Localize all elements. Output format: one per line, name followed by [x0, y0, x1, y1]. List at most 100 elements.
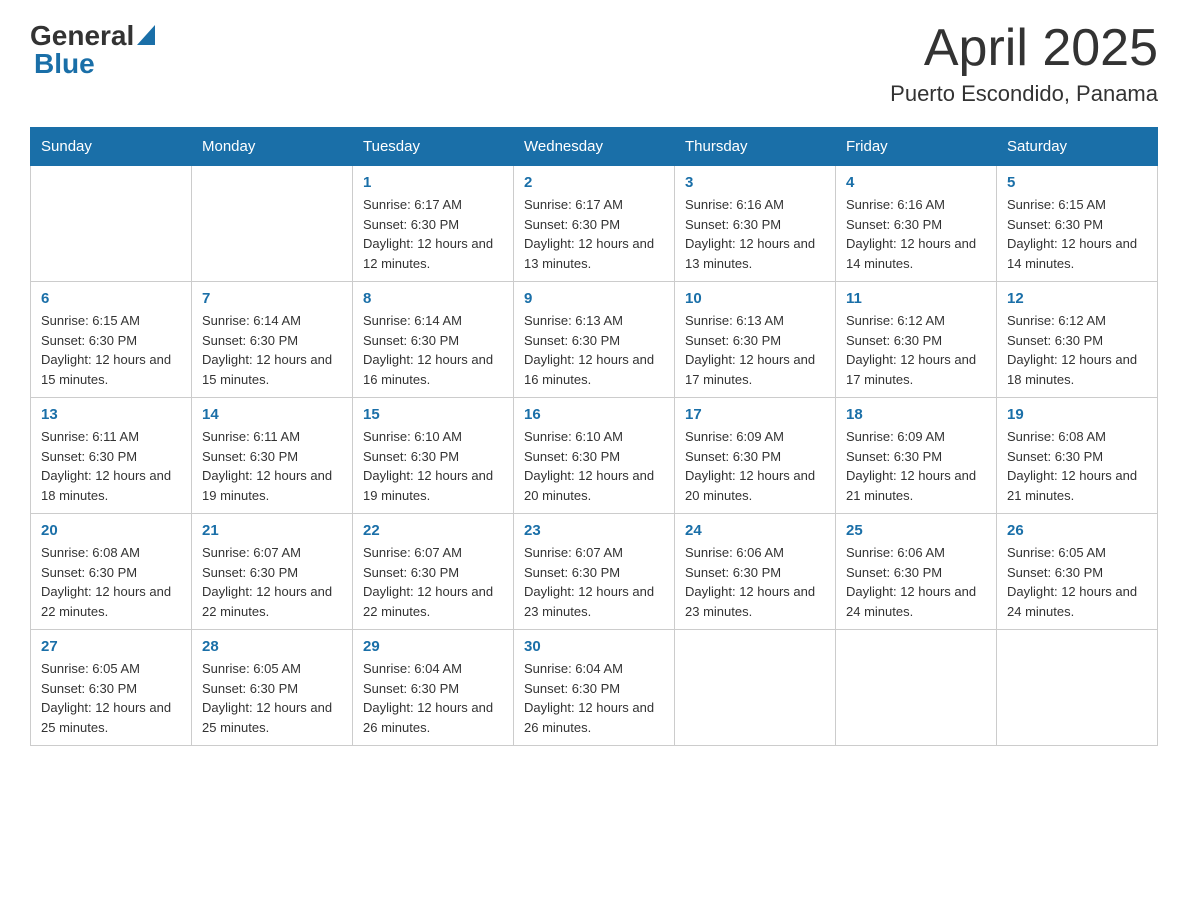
calendar-cell: 23 Sunrise: 6:07 AMSunset: 6:30 PMDayligh… — [514, 514, 675, 630]
day-info: Sunrise: 6:11 AMSunset: 6:30 PMDaylight:… — [202, 427, 342, 505]
calendar-cell: 12 Sunrise: 6:12 AMSunset: 6:30 PMDayligh… — [997, 282, 1158, 398]
day-number: 8 — [363, 290, 503, 307]
calendar-cell: 18 Sunrise: 6:09 AMSunset: 6:30 PMDayligh… — [836, 398, 997, 514]
calendar-cell: 4 Sunrise: 6:16 AMSunset: 6:30 PMDaylight… — [836, 166, 997, 282]
day-info: Sunrise: 6:09 AMSunset: 6:30 PMDaylight:… — [685, 427, 825, 505]
calendar-cell — [192, 166, 353, 282]
day-info: Sunrise: 6:04 AMSunset: 6:30 PMDaylight:… — [363, 659, 503, 737]
day-info: Sunrise: 6:13 AMSunset: 6:30 PMDaylight:… — [524, 311, 664, 389]
calendar-cell — [675, 630, 836, 746]
day-number: 18 — [846, 406, 986, 423]
day-info: Sunrise: 6:14 AMSunset: 6:30 PMDaylight:… — [202, 311, 342, 389]
day-number: 7 — [202, 290, 342, 307]
day-number: 29 — [363, 638, 503, 655]
day-info: Sunrise: 6:16 AMSunset: 6:30 PMDaylight:… — [846, 195, 986, 273]
day-info: Sunrise: 6:17 AMSunset: 6:30 PMDaylight:… — [363, 195, 503, 273]
day-number: 3 — [685, 174, 825, 191]
calendar-cell: 24 Sunrise: 6:06 AMSunset: 6:30 PMDayligh… — [675, 514, 836, 630]
day-header-friday: Friday — [836, 128, 997, 166]
calendar-cell: 30 Sunrise: 6:04 AMSunset: 6:30 PMDayligh… — [514, 630, 675, 746]
day-info: Sunrise: 6:15 AMSunset: 6:30 PMDaylight:… — [41, 311, 181, 389]
day-info: Sunrise: 6:05 AMSunset: 6:30 PMDaylight:… — [1007, 543, 1147, 621]
calendar-cell: 16 Sunrise: 6:10 AMSunset: 6:30 PMDayligh… — [514, 398, 675, 514]
day-header-thursday: Thursday — [675, 128, 836, 166]
day-info: Sunrise: 6:17 AMSunset: 6:30 PMDaylight:… — [524, 195, 664, 273]
day-number: 15 — [363, 406, 503, 423]
day-info: Sunrise: 6:13 AMSunset: 6:30 PMDaylight:… — [685, 311, 825, 389]
day-number: 4 — [846, 174, 986, 191]
logo-blue-text: Blue — [34, 48, 95, 80]
calendar-body: 1 Sunrise: 6:17 AMSunset: 6:30 PMDaylight… — [31, 166, 1158, 746]
day-info: Sunrise: 6:08 AMSunset: 6:30 PMDaylight:… — [1007, 427, 1147, 505]
calendar-cell: 3Sunrise: 6:16 AMSunset: 6:30 PMDaylight… — [675, 166, 836, 282]
day-number: 23 — [524, 522, 664, 539]
day-headers-row: SundayMondayTuesdayWednesdayThursdayFrid… — [31, 128, 1158, 166]
title-area: April 2025 Puerto Escondido, Panama — [890, 20, 1158, 107]
day-number: 2 — [524, 174, 664, 191]
day-header-wednesday: Wednesday — [514, 128, 675, 166]
day-info: Sunrise: 6:12 AMSunset: 6:30 PMDaylight:… — [1007, 311, 1147, 389]
calendar-cell: 25Sunrise: 6:06 AMSunset: 6:30 PMDayligh… — [836, 514, 997, 630]
page-header: General Blue April 2025 Puerto Escondido… — [30, 20, 1158, 107]
calendar-cell: 1 Sunrise: 6:17 AMSunset: 6:30 PMDaylight… — [353, 166, 514, 282]
calendar-cell — [997, 630, 1158, 746]
week-row-4: 20Sunrise: 6:08 AMSunset: 6:30 PMDayligh… — [31, 514, 1158, 630]
day-number: 10 — [685, 290, 825, 307]
day-number: 6 — [41, 290, 181, 307]
week-row-5: 27 Sunrise: 6:05 AMSunset: 6:30 PMDayligh… — [31, 630, 1158, 746]
week-row-3: 13 Sunrise: 6:11 AMSunset: 6:30 PMDayligh… — [31, 398, 1158, 514]
day-number: 14 — [202, 406, 342, 423]
calendar-cell: 27 Sunrise: 6:05 AMSunset: 6:30 PMDayligh… — [31, 630, 192, 746]
day-info: Sunrise: 6:09 AMSunset: 6:30 PMDaylight:… — [846, 427, 986, 505]
calendar-cell: 5 Sunrise: 6:15 AMSunset: 6:30 PMDaylight… — [997, 166, 1158, 282]
day-number: 17 — [685, 406, 825, 423]
day-info: Sunrise: 6:07 AMSunset: 6:30 PMDaylight:… — [524, 543, 664, 621]
calendar-cell: 6 Sunrise: 6:15 AMSunset: 6:30 PMDaylight… — [31, 282, 192, 398]
calendar-title: April 2025 — [890, 20, 1158, 77]
calendar-table: SundayMondayTuesdayWednesdayThursdayFrid… — [30, 127, 1158, 746]
day-number: 22 — [363, 522, 503, 539]
day-header-sunday: Sunday — [31, 128, 192, 166]
day-number: 12 — [1007, 290, 1147, 307]
day-number: 21 — [202, 522, 342, 539]
day-info: Sunrise: 6:12 AMSunset: 6:30 PMDaylight:… — [846, 311, 986, 389]
calendar-cell: 11 Sunrise: 6:12 AMSunset: 6:30 PMDayligh… — [836, 282, 997, 398]
day-info: Sunrise: 6:06 AMSunset: 6:30 PMDaylight:… — [685, 543, 825, 621]
day-number: 9 — [524, 290, 664, 307]
day-info: Sunrise: 6:04 AMSunset: 6:30 PMDaylight:… — [524, 659, 664, 737]
calendar-cell: 21 Sunrise: 6:07 AMSunset: 6:30 PMDayligh… — [192, 514, 353, 630]
calendar-cell: 2 Sunrise: 6:17 AMSunset: 6:30 PMDaylight… — [514, 166, 675, 282]
calendar-cell: 20Sunrise: 6:08 AMSunset: 6:30 PMDayligh… — [31, 514, 192, 630]
day-info: Sunrise: 6:07 AMSunset: 6:30 PMDaylight:… — [202, 543, 342, 621]
day-number: 11 — [846, 290, 986, 307]
calendar-cell — [836, 630, 997, 746]
calendar-cell: 22 Sunrise: 6:07 AMSunset: 6:30 PMDayligh… — [353, 514, 514, 630]
calendar-cell — [31, 166, 192, 282]
logo: General Blue — [30, 20, 155, 80]
day-header-tuesday: Tuesday — [353, 128, 514, 166]
calendar-cell: 15 Sunrise: 6:10 AMSunset: 6:30 PMDayligh… — [353, 398, 514, 514]
day-number: 26 — [1007, 522, 1147, 539]
day-info: Sunrise: 6:10 AMSunset: 6:30 PMDaylight:… — [524, 427, 664, 505]
day-info: Sunrise: 6:07 AMSunset: 6:30 PMDaylight:… — [363, 543, 503, 621]
day-number: 25 — [846, 522, 986, 539]
calendar-cell: 28Sunrise: 6:05 AMSunset: 6:30 PMDayligh… — [192, 630, 353, 746]
day-number: 30 — [524, 638, 664, 655]
day-number: 5 — [1007, 174, 1147, 191]
calendar-cell: 8Sunrise: 6:14 AMSunset: 6:30 PMDaylight… — [353, 282, 514, 398]
calendar-header: SundayMondayTuesdayWednesdayThursdayFrid… — [31, 128, 1158, 166]
day-number: 24 — [685, 522, 825, 539]
day-info: Sunrise: 6:15 AMSunset: 6:30 PMDaylight:… — [1007, 195, 1147, 273]
week-row-2: 6 Sunrise: 6:15 AMSunset: 6:30 PMDaylight… — [31, 282, 1158, 398]
day-number: 16 — [524, 406, 664, 423]
day-info: Sunrise: 6:11 AMSunset: 6:30 PMDaylight:… — [41, 427, 181, 505]
day-number: 1 — [363, 174, 503, 191]
day-info: Sunrise: 6:10 AMSunset: 6:30 PMDaylight:… — [363, 427, 503, 505]
day-number: 27 — [41, 638, 181, 655]
day-number: 20 — [41, 522, 181, 539]
day-number: 13 — [41, 406, 181, 423]
calendar-cell: 9 Sunrise: 6:13 AMSunset: 6:30 PMDaylight… — [514, 282, 675, 398]
calendar-cell: 14 Sunrise: 6:11 AMSunset: 6:30 PMDayligh… — [192, 398, 353, 514]
day-info: Sunrise: 6:05 AMSunset: 6:30 PMDaylight:… — [41, 659, 181, 737]
day-info: Sunrise: 6:05 AMSunset: 6:30 PMDaylight:… — [202, 659, 342, 737]
